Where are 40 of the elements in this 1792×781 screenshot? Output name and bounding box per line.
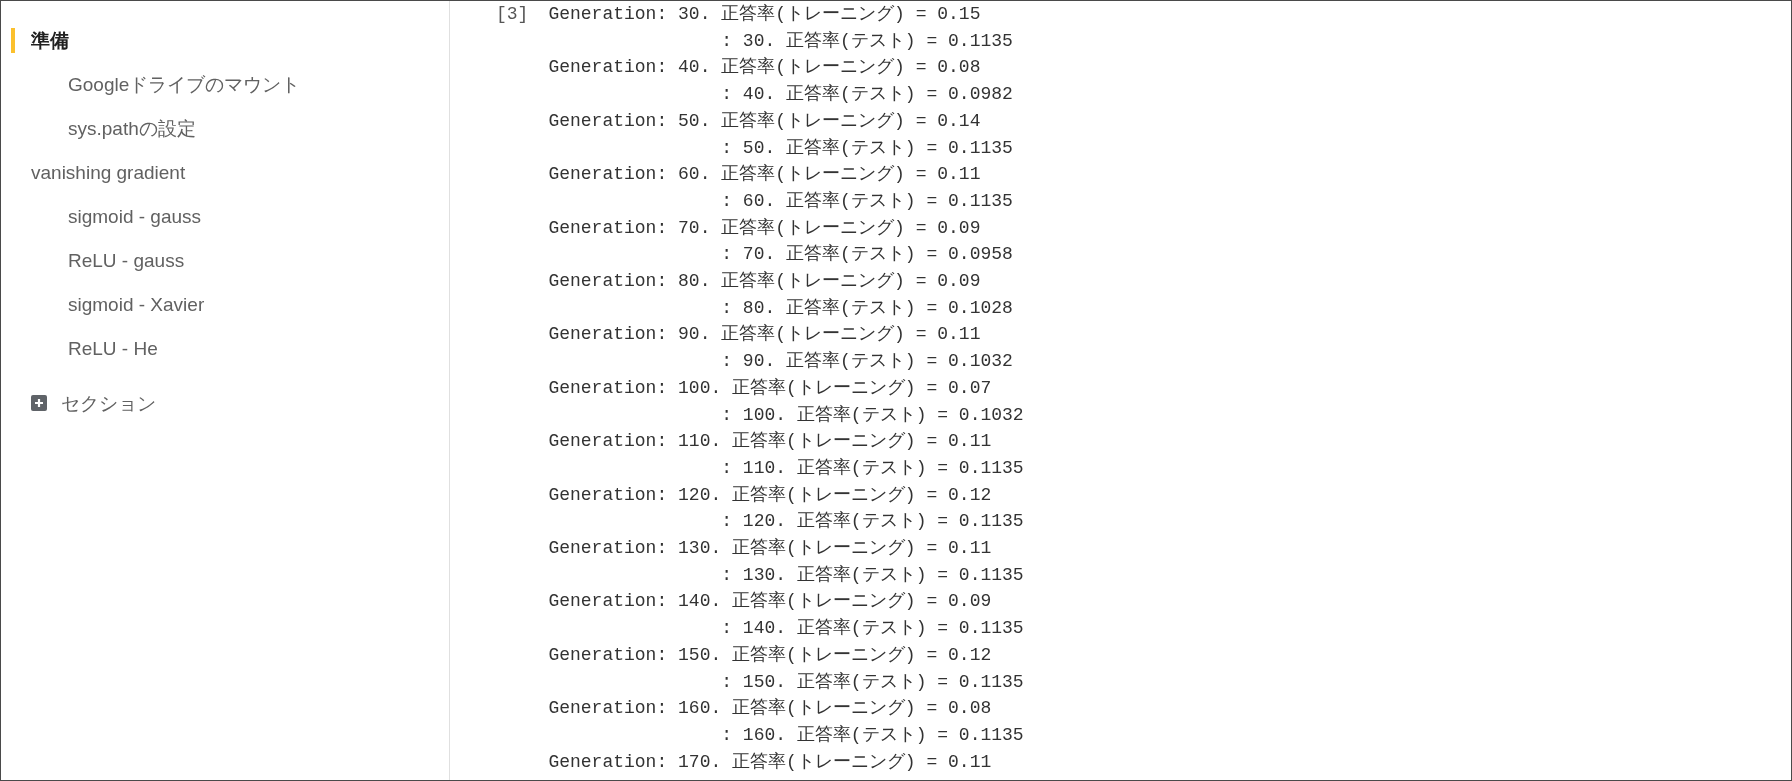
toc-link[interactable]: vanishing gradient	[31, 159, 186, 185]
output-line: : 90. 正答率(テスト) = 0.1032	[721, 350, 1013, 374]
output-line: Generation: 30. 正答率(トレーニング) = 0.15	[548, 3, 981, 26]
output-line: Generation: 160. 正答率(トレーニング) = 0.08	[548, 697, 992, 721]
toc-link[interactable]: 準備	[11, 27, 69, 53]
add-section-button[interactable]: セクション	[31, 390, 156, 416]
output-line: : 80. 正答率(テスト) = 0.1028	[721, 296, 1013, 320]
output-line: : 60. 正答率(テスト) = 0.1135	[721, 189, 1013, 213]
output-line: Generation: 70. 正答率(トレーニング) = 0.09	[548, 216, 981, 240]
toc-link[interactable]: ReLU - He	[68, 335, 158, 361]
output-line: Generation: 170. 正答率(トレーニング) = 0.11	[548, 750, 992, 774]
toc-link[interactable]: sigmoid - Xavier	[68, 291, 205, 317]
toc-link[interactable]: sigmoid - gauss	[68, 203, 202, 229]
output-line: Generation: 120. 正答率(トレーニング) = 0.12	[548, 483, 992, 507]
output-line: : 100. 正答率(テスト) = 0.1032	[721, 403, 1024, 427]
output-line: Generation: 140. 正答率(トレーニング) = 0.09	[548, 590, 992, 614]
output-line: : 70. 正答率(テスト) = 0.0958	[721, 243, 1013, 267]
toc-link[interactable]: ReLU - gauss	[68, 247, 185, 273]
output-line: : 150. 正答率(テスト) = 0.1135	[721, 670, 1024, 694]
output-line: : 40. 正答率(テスト) = 0.0982	[721, 83, 1013, 107]
output-line: : 130. 正答率(テスト) = 0.1135	[721, 563, 1024, 587]
output-line: : 120. 正答率(テスト) = 0.1135	[721, 510, 1024, 534]
output-line: Generation: 80. 正答率(トレーニング) = 0.09	[548, 270, 981, 294]
output-line: : 160. 正答率(テスト) = 0.1135	[721, 724, 1024, 747]
toc-link[interactable]: sys.pathの設定	[68, 115, 196, 141]
execution-count: [3]	[496, 3, 529, 26]
output-line: Generation: 150. 正答率(トレーニング) = 0.12	[548, 643, 992, 667]
output-line: : 110. 正答率(テスト) = 0.1135	[721, 456, 1024, 480]
plus-square-icon	[31, 395, 47, 411]
output-line: : 30. 正答率(テスト) = 0.1135	[721, 29, 1013, 53]
output-line: Generation: 130. 正答率(トレーニング) = 0.11	[548, 537, 992, 561]
toc-link[interactable]: Googleドライブのマウント	[68, 71, 301, 97]
output-line: Generation: 110. 正答率(トレーニング) = 0.11	[548, 430, 992, 454]
output-line: Generation: 60. 正答率(トレーニング) = 0.11	[548, 163, 981, 187]
output-line: : 140. 正答率(テスト) = 0.1135	[721, 617, 1024, 641]
output-line: Generation: 90. 正答率(トレーニング) = 0.11	[548, 323, 981, 347]
output-line: Generation: 100. 正答率(トレーニング) = 0.07	[548, 376, 992, 400]
output-line: : 50. 正答率(テスト) = 0.1135	[721, 136, 1013, 160]
output-line: Generation: 40. 正答率(トレーニング) = 0.08	[548, 56, 981, 80]
output-line: Generation: 50. 正答率(トレーニング) = 0.14	[548, 109, 981, 133]
